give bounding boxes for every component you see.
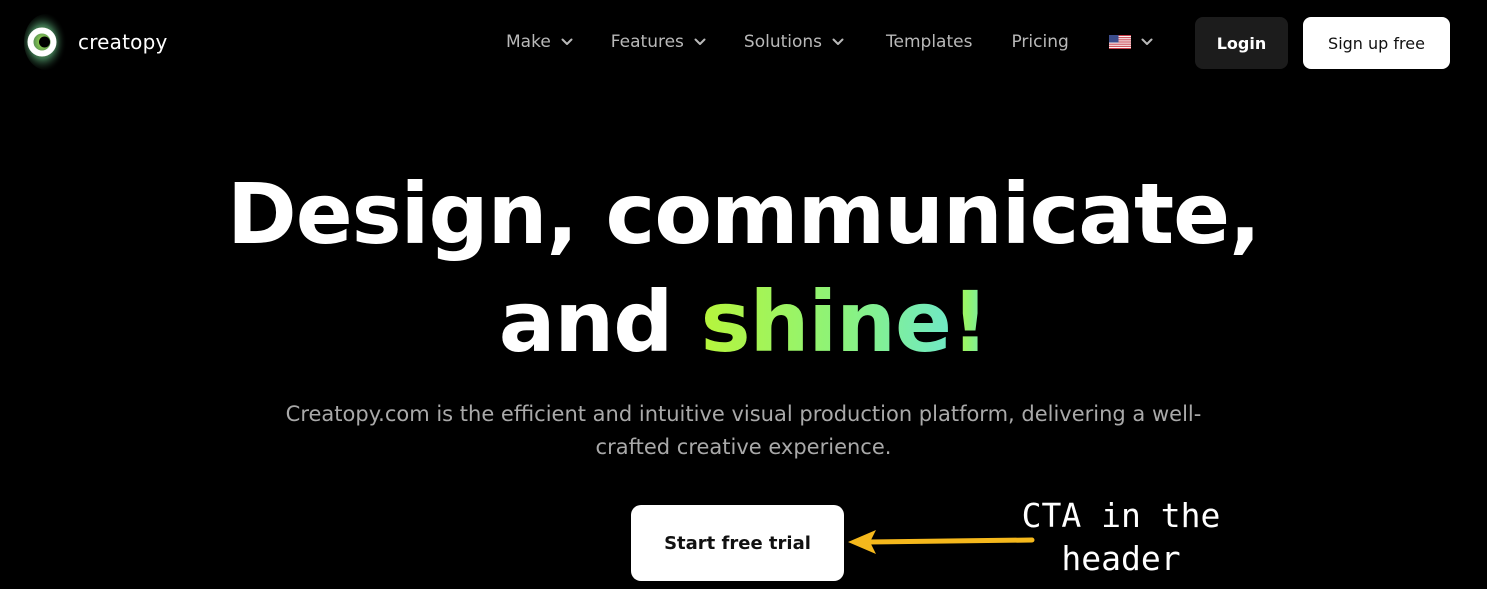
brand-logo[interactable]: creatopy <box>24 12 168 72</box>
hero-title-line2-prefix: and <box>498 273 674 371</box>
annotation-line1: CTA in the <box>1021 496 1221 535</box>
main-nav: Make Features Solutions Templates Pricin… <box>506 30 1153 54</box>
creatopy-logo-icon <box>24 14 68 70</box>
annotation-line2: header <box>1061 539 1181 578</box>
nav-item-label: Templates <box>886 32 973 52</box>
nav-item-pricing[interactable]: Pricing <box>1011 32 1068 52</box>
nav-item-templates[interactable]: Templates <box>886 32 972 52</box>
hero-subtitle: Creatopy.com is the efficient and intuit… <box>285 402 1202 459</box>
chevron-down-icon <box>694 38 706 45</box>
annotation-arrow-icon <box>848 530 1035 554</box>
nav-item-solutions[interactable]: Solutions <box>744 32 844 52</box>
nav-item-features[interactable]: Features <box>611 32 706 52</box>
brand-name: creatopy <box>78 30 168 54</box>
nav-item-make[interactable]: Make <box>506 32 573 52</box>
chevron-down-icon <box>832 38 844 45</box>
language-selector[interactable] <box>1108 35 1153 49</box>
chevron-down-icon <box>561 38 573 45</box>
login-button[interactable]: Login <box>1195 17 1288 69</box>
nav-item-label: Make <box>506 32 551 52</box>
annotation-label: CTA in the header <box>1010 494 1232 580</box>
us-flag-icon <box>1108 35 1131 49</box>
chevron-down-icon <box>1141 38 1153 45</box>
hero-title: Design, communicate, and shine! <box>0 160 1487 376</box>
start-free-trial-button[interactable]: Start free trial <box>631 505 844 581</box>
signup-button[interactable]: Sign up free <box>1303 17 1450 69</box>
nav-item-label: Pricing <box>1011 32 1069 52</box>
site-header: creatopy Make Features Solutions Templat… <box>0 0 1487 86</box>
hero-title-suffix: ! <box>950 273 989 371</box>
nav-item-label: Features <box>610 32 684 52</box>
hero-title-line1: Design, communicate, <box>226 165 1261 263</box>
nav-item-label: Solutions <box>743 32 823 52</box>
hero-title-accent: shine <box>700 273 952 371</box>
